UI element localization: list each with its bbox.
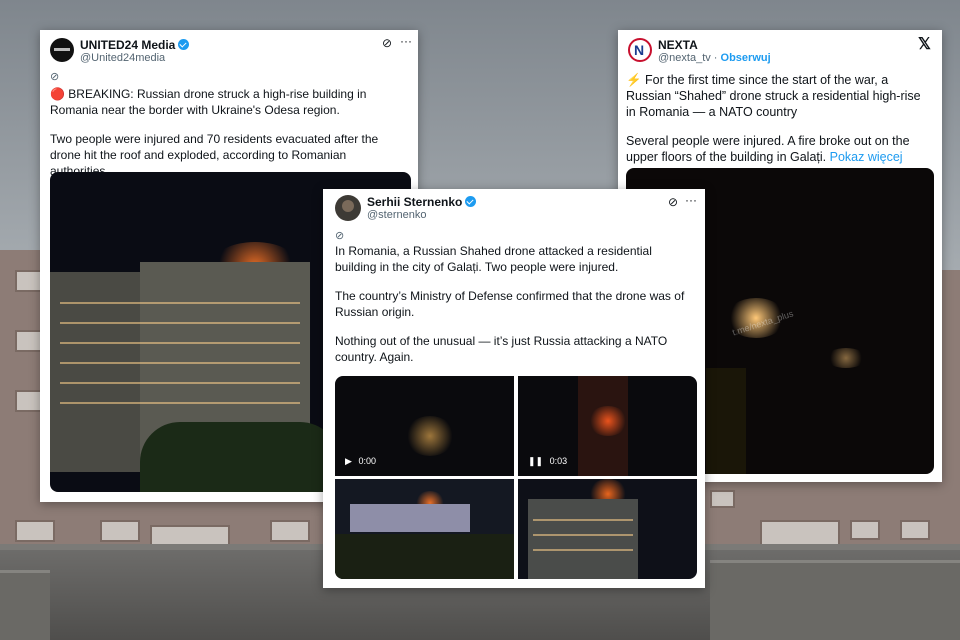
tweet-text: ⚡ For the first time since the start of …: [626, 72, 931, 178]
tweet-paragraph: 🔴 BREAKING: Russian drone struck a high-…: [50, 87, 367, 117]
author-handle[interactable]: @sternenko: [367, 209, 426, 221]
author-name[interactable]: UNITED24 Media: [80, 38, 190, 52]
photo-tile-2[interactable]: [518, 479, 697, 579]
avatar[interactable]: [335, 195, 361, 221]
video-tile-2[interactable]: ❚❚ 0:03: [518, 376, 697, 476]
tweet-text: In Romania, a Russian Shahed drone attac…: [335, 243, 695, 378]
photo-tile-1[interactable]: [335, 479, 514, 579]
author-name[interactable]: Serhii Sternenko: [367, 195, 477, 209]
tweet-paragraph: ⚡ For the first time since the start of …: [626, 73, 921, 119]
grok-icon[interactable]: ⊘: [382, 36, 392, 50]
video-controls[interactable]: ❚❚ 0:03: [528, 456, 567, 467]
video-controls[interactable]: ▶ 0:00: [345, 456, 376, 467]
author-handle[interactable]: @United24media: [80, 52, 165, 64]
tweet-paragraph: In Romania, a Russian Shahed drone attac…: [335, 244, 652, 274]
tweet-paragraph: Several people were injured. A fire brok…: [626, 134, 910, 164]
tweet-paragraph: The country’s Ministry of Defense confir…: [335, 289, 685, 319]
avatar[interactable]: N: [628, 38, 652, 62]
verified-badge-icon: [178, 39, 190, 50]
media-grid: ▶ 0:00 ❚❚ 0:03: [335, 376, 697, 579]
verified-badge-icon: [465, 196, 477, 207]
follow-button[interactable]: Obserwuj: [721, 52, 771, 64]
author-handle-row: @nexta_tv · Obserwuj: [658, 52, 771, 64]
video-tile-1[interactable]: ▶ 0:00: [335, 376, 514, 476]
author-name[interactable]: NEXTA: [658, 38, 698, 52]
show-more-link[interactable]: Pokaz więcej: [830, 150, 903, 164]
grok-small-icon: ⊘: [335, 230, 345, 242]
avatar[interactable]: [50, 38, 74, 62]
pause-icon[interactable]: ❚❚: [528, 456, 543, 466]
more-options-icon[interactable]: ···: [400, 34, 412, 48]
tweet-paragraph: Nothing out of the unusual — it’s just R…: [335, 334, 668, 364]
x-logo-icon[interactable]: 𝕏: [918, 34, 931, 54]
author-handle[interactable]: @nexta_tv: [658, 52, 711, 64]
video-time: 0:03: [549, 456, 568, 466]
play-icon[interactable]: ▶: [345, 456, 352, 466]
video-time: 0:00: [358, 456, 376, 466]
more-options-icon[interactable]: ···: [685, 193, 697, 207]
grok-icon[interactable]: ⊘: [668, 195, 678, 209]
tweet-card-sternenko[interactable]: Serhii Sternenko @sternenko ⊘ ··· ⊘ In R…: [323, 189, 705, 588]
grok-small-icon: ⊘: [50, 71, 60, 83]
